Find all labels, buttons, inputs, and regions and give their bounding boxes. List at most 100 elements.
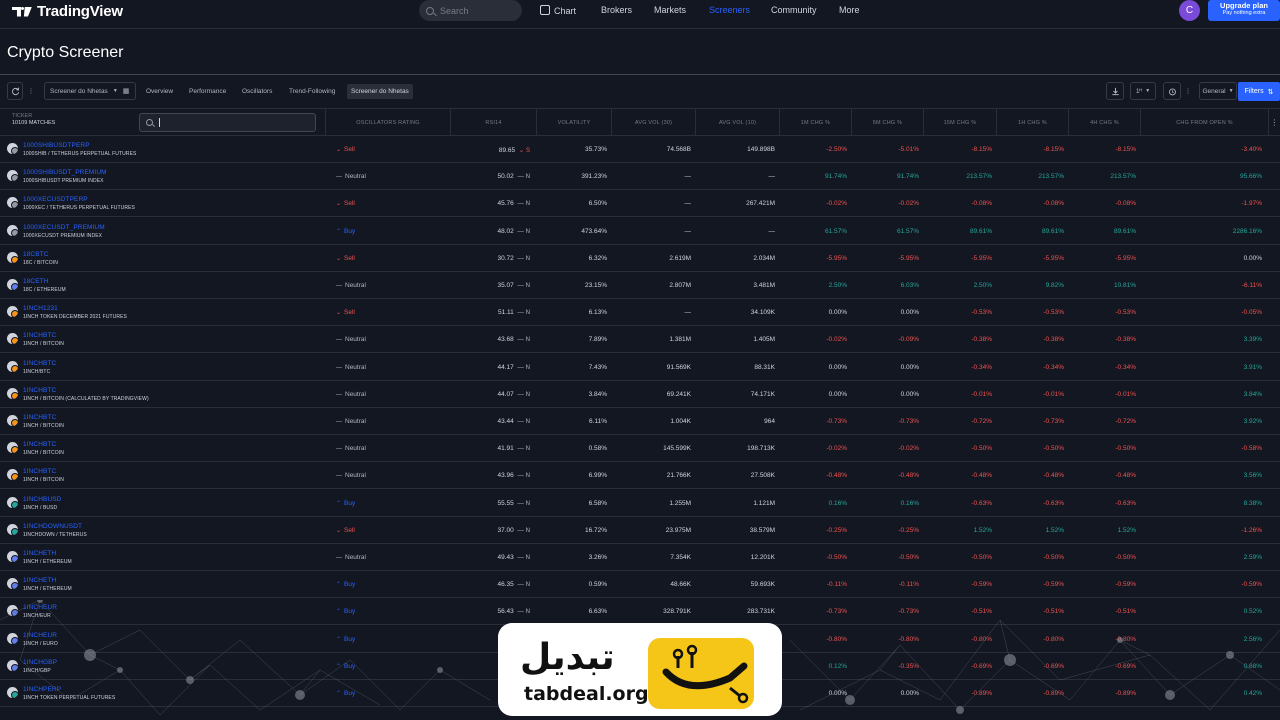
ticker-symbol-link[interactable]: 1INCHETH <box>23 577 56 584</box>
upgrade-plan-button[interactable]: Upgrade plan Pay nothing extra <box>1208 0 1280 21</box>
col-rsi14[interactable]: RSI14 <box>450 109 536 136</box>
table-row[interactable]: 1INCH1231 1INCH TOKEN DECEMBER 2021 FUTUR… <box>0 299 1280 327</box>
table-row[interactable]: 1INCHEUR 1INCH/EUR ⌃ Buy 56.43 — N 6.63% 328.7… <box>0 598 1280 626</box>
table-row[interactable]: 1000XECUSDT_PREMIUM 1000XECUSDT PREMIUM I… <box>0 218 1280 245</box>
col-15m-chg[interactable]: 15M CHG % <box>923 109 996 136</box>
col-1m-chg[interactable]: 1M CHG % <box>779 109 851 136</box>
cell-av10: 964 <box>764 418 775 425</box>
col-5m-chg[interactable]: 5M CHG % <box>851 109 923 136</box>
col-volatility[interactable]: VOLATILITY <box>536 109 611 136</box>
tab-overview[interactable]: Overview <box>142 84 177 99</box>
rsi-value: 44.17 <box>497 363 514 371</box>
table-row[interactable]: 1INCHETH 1INCH / ETHEREUM — Neutral 49.43 — … <box>0 544 1280 571</box>
table-row[interactable]: 1INCHETH 1INCH / ETHEREUM ⌃ Buy 46.35 — N 0.5… <box>0 571 1280 599</box>
table-row[interactable]: 1000SHIBUSDTPERP 1000SHIB / TETHERUS PERP… <box>0 136 1280 163</box>
rating-label: Neutral <box>345 418 366 425</box>
ticker-symbol-link[interactable]: 1INCHEUR <box>23 604 57 611</box>
table-row[interactable]: 1INCHBTC 1INCH / BITCOIN — Neutral 41.91 — N… <box>0 435 1280 463</box>
ticker-symbol-link[interactable]: 1INCHBTC <box>23 387 56 394</box>
user-avatar[interactable]: C <box>1179 0 1200 21</box>
ticker-search-input[interactable] <box>139 113 316 132</box>
cell-av10: 38.579M <box>749 526 775 534</box>
table-row[interactable]: 1INCHBTC 1INCH / BITCOIN (CALCULATED BY T… <box>0 381 1280 408</box>
tab-oscillators[interactable]: Oscillators <box>238 84 276 99</box>
ticker-symbol-link[interactable]: 1INCHBTC <box>23 441 56 448</box>
global-search-input[interactable]: Search <box>419 0 522 21</box>
alert-clock-button[interactable] <box>1163 82 1181 100</box>
tab-performance[interactable]: Performance <box>185 84 230 99</box>
tab-screener-do-nhetas[interactable]: Screener do Nhetas <box>347 84 413 99</box>
table-row[interactable]: 1000XECUSDTPERP 1000XEC / TETHERUS PERPET… <box>0 190 1280 218</box>
table-row[interactable]: 1000SHIBUSDT_PREMIUM 1000SHIBUSDT PREMIUM… <box>0 163 1280 191</box>
cell-open: -3.40% <box>1241 146 1262 153</box>
col-4h-chg[interactable]: 4H CHG % <box>1068 109 1140 136</box>
rsi-signal: S <box>525 148 530 154</box>
ticker-symbol-link[interactable]: 1INCHBTC <box>23 360 56 367</box>
table-row[interactable]: 1INCHDOWNUSDT 1INCHDOWN / TETHERUS ⌄ Sell 37… <box>0 517 1280 544</box>
ticker-symbol-link[interactable]: 1000XECUSDTPERP <box>23 196 88 203</box>
tab-trend-following[interactable]: Trend-Following <box>285 84 339 99</box>
nav-more[interactable]: More <box>839 5 860 15</box>
ticker-symbol-link[interactable]: 1INCHBTC <box>23 468 56 475</box>
tradingview-logo[interactable]: TradingView <box>12 3 123 20</box>
table-row[interactable]: 1INCHBUSD 1INCH / BUSD ⌃ Buy 55.55 — N 6.58% 1… <box>0 490 1280 517</box>
more-options-button[interactable]: ⋮ <box>24 82 38 100</box>
oscillators-rating-cell: ⌃ Buy <box>336 663 355 670</box>
table-row[interactable]: 1INCHBTC 1INCH/BTC — Neutral 44.17 — N 7.43% 9… <box>0 354 1280 381</box>
ticker-symbol-link[interactable]: 1INCHEUR <box>23 632 57 639</box>
col-1h-chg[interactable]: 1H CHG % <box>996 109 1068 136</box>
table-row[interactable]: 1INCHBTC 1INCH / BITCOIN — Neutral 43.68 — N… <box>0 326 1280 354</box>
grid-view-icon[interactable]: ▦ <box>123 87 130 95</box>
coin-logo-icon <box>7 469 18 481</box>
ticker-symbol-link[interactable]: 1INCHGBP <box>23 659 57 666</box>
ticker-symbol-link[interactable]: 1000SHIBUSDTPERP <box>23 142 90 149</box>
more-actions-button[interactable]: ⋮ <box>1182 82 1194 100</box>
cell-c1: -0.73% <box>826 608 847 616</box>
ticker-symbol-link[interactable]: 1000XECUSDT_PREMIUM <box>23 224 105 231</box>
ticker-symbol-link[interactable]: 1000SHIBUSDT_PREMIUM <box>23 169 107 176</box>
dash-icon: — <box>336 391 342 398</box>
nav-community[interactable]: Community <box>771 5 817 15</box>
nav-brokers[interactable]: Brokers <box>601 5 632 15</box>
nav-chart[interactable]: Chart <box>540 5 576 16</box>
refresh-button[interactable] <box>7 82 23 100</box>
col-avg-vol-10[interactable]: AVG VOL (10) <box>695 109 779 136</box>
rsi-signal: N <box>525 228 530 235</box>
interval-select[interactable]: 1ᴴ ▼ <box>1130 82 1156 100</box>
column-settings-button[interactable]: ⋮ <box>1268 109 1280 136</box>
ticker-symbol-link[interactable]: 1INCHDOWNUSDT <box>23 523 82 530</box>
rsi-cell: 50.02 — N <box>497 173 530 180</box>
table-header: TICKER 10109 MATCHES OSCILLATORS RATING … <box>0 108 1280 136</box>
cell-c4h: -0.89% <box>1115 690 1136 697</box>
table-row[interactable]: 1INCHBTC 1INCH / BITCOIN — Neutral 43.44 — N… <box>0 408 1280 435</box>
cell-c15: -0.80% <box>971 635 992 643</box>
ticker-symbol-link[interactable]: 18CETH <box>23 278 49 285</box>
interval-label: 1ᴴ <box>1135 87 1143 95</box>
nav-screeners[interactable]: Screeners <box>709 5 750 15</box>
col-oscillators-rating[interactable]: OSCILLATORS RATING <box>325 109 450 136</box>
ticker-symbol-link[interactable]: 1INCHBTC <box>23 414 56 421</box>
download-button[interactable] <box>1106 82 1124 100</box>
col-avg-vol-30[interactable]: AVG VOL (30) <box>611 109 695 136</box>
cell-c1h: -0.51% <box>1043 608 1064 616</box>
filters-button[interactable]: Filters ⇅ <box>1238 82 1280 101</box>
nav-markets[interactable]: Markets <box>654 5 686 15</box>
ticker-symbol-link[interactable]: 1INCHBTC <box>23 332 56 339</box>
ticker-symbol-link[interactable]: 1INCHETH <box>23 550 56 557</box>
cell-c1: -0.48% <box>826 472 847 480</box>
rsi-signal: N <box>525 337 530 344</box>
screen-select[interactable]: Screener do Nhetas ▼ ▦ <box>44 82 136 100</box>
ticker-column-header[interactable]: TICKER 10109 MATCHES <box>12 113 55 127</box>
table-row[interactable]: 18CBTC 18C / BITCOIN ⌄ Sell 30.72 — N 6.32% 2.… <box>0 245 1280 272</box>
ticker-symbol-link[interactable]: 18CBTC <box>23 251 49 258</box>
cell-c5: 0.00% <box>900 390 919 398</box>
ticker-symbol-link[interactable]: 1INCHBUSD <box>23 496 61 503</box>
ticker-symbol-link[interactable]: 1INCH1231 <box>23 305 58 312</box>
rsi-signal: N <box>525 201 530 208</box>
chevron-down-icon: ⌄ <box>336 255 342 262</box>
table-row[interactable]: 1INCHBTC 1INCH / BITCOIN — Neutral 43.96 — N… <box>0 462 1280 490</box>
table-row[interactable]: 18CETH 18C / ETHEREUM — Neutral 35.07 — N 23.… <box>0 272 1280 299</box>
col-chg-from-open[interactable]: CHG FROM OPEN % <box>1140 109 1268 136</box>
column-set-select[interactable]: General ▼ <box>1199 82 1237 100</box>
ticker-symbol-link[interactable]: 1INCHPERP <box>23 686 61 693</box>
